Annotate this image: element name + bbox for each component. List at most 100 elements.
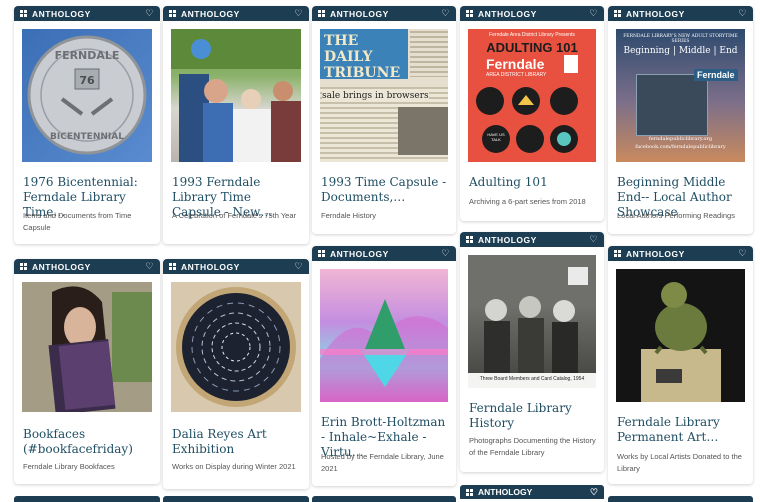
archival-figures	[468, 255, 596, 373]
card-header: ANTHOLOGY ♡	[460, 232, 604, 247]
heart-icon[interactable]: ♡	[589, 234, 598, 245]
grid-icon	[20, 10, 27, 17]
coin-image: FERNDALE 76 BICENTENNIAL	[27, 35, 147, 155]
badge-label: ANTHOLOGY	[626, 248, 685, 259]
card-title[interactable]: Ferndale Library Permanent Art…	[617, 415, 745, 445]
photo-caption: Three Board Members and Card Catalog, 19…	[479, 376, 585, 382]
collection-card[interactable]: ANTHOLOGY ♡ Three Board Members and Card …	[460, 232, 604, 472]
collection-card[interactable]: ANTHOLOGY ♡ Bookfaces (#bookfacefriday) F…	[14, 259, 160, 484]
collection-card[interactable]: ANTHOLOGY ♡ 1993 Ferndale Library Time Ca…	[163, 6, 309, 244]
card-thumbnail[interactable]: THE DAILY TRIBUNE sale brings in browser…	[320, 29, 448, 162]
card-title[interactable]: Adulting 101	[469, 175, 596, 190]
card-title[interactable]: Ferndale Library History	[469, 401, 596, 431]
card-description: Ferndale Library Bookfaces	[23, 462, 115, 471]
card-header: ANTHOLOGY ♡	[608, 246, 753, 261]
grid-icon	[318, 10, 325, 17]
poster-words: Beginning | Middle | End	[623, 46, 738, 56]
grid-icon	[20, 263, 27, 270]
collection-card-partial[interactable]	[312, 496, 456, 502]
grid-icon	[466, 236, 473, 243]
card-header: ANTHOLOGY ♡	[312, 6, 456, 21]
heart-icon[interactable]: ♡	[738, 248, 747, 259]
card-header: ANTHOLOGY ♡	[312, 246, 456, 261]
card-thumbnail[interactable]: Ferndale Area District Library Presents …	[468, 29, 596, 162]
card-description: Local Authors Performing Readings	[617, 211, 735, 220]
collection-card[interactable]: ANTHOLOGY ♡ Ferndale Area District Librar…	[460, 6, 604, 221]
collection-card-partial[interactable]	[14, 496, 160, 502]
collection-card[interactable]: ANTHOLOGY ♡ Ferndale Library Permanent Ar…	[608, 246, 753, 484]
card-header: ANTHOLOGY ♡	[460, 6, 604, 21]
badge-label: ANTHOLOGY	[478, 8, 537, 19]
collection-card[interactable]: ANTHOLOGY ♡ FERNDALE LIBRARY'S NEW ADULT …	[608, 6, 753, 234]
grid-icon	[466, 488, 473, 496]
badge-label: ANTHOLOGY	[32, 261, 91, 272]
grid-icon	[466, 10, 473, 17]
newspaper-column	[410, 31, 448, 77]
newspaper-photo	[398, 107, 448, 155]
grid-icon	[318, 250, 325, 257]
badge-label: ANTHOLOGY	[478, 234, 537, 245]
badge-label: ANTHOLOGY	[181, 8, 240, 19]
event-photo	[171, 29, 301, 162]
card-thumbnail[interactable]	[171, 29, 301, 162]
heart-icon[interactable]: ♡	[738, 8, 747, 19]
heart-icon[interactable]: ♡	[145, 8, 154, 19]
card-thumbnail[interactable]: FERNDALE LIBRARY'S NEW ADULT STORYTIME S…	[616, 29, 745, 162]
card-thumbnail[interactable]	[22, 282, 152, 412]
heart-icon[interactable]: ♡	[441, 8, 450, 19]
heart-icon[interactable]: ♡	[441, 248, 450, 259]
card-title[interactable]: 1993 Time Capsule - Documents,…	[321, 175, 448, 205]
badge-label: ANTHOLOGY	[478, 487, 533, 497]
archival-photo	[468, 255, 596, 373]
card-thumbnail[interactable]	[171, 282, 301, 412]
coin-top-text: FERNDALE	[55, 49, 120, 62]
card-description: A Celebration of Ferndale's 75th Year	[172, 211, 297, 220]
card-title[interactable]: Bookfaces (#bookfacefriday)	[23, 427, 152, 457]
badge-label: ANTHOLOGY	[330, 248, 389, 259]
newspaper-headline: sale brings in browsers	[322, 91, 429, 101]
collection-card-partial[interactable]	[608, 496, 753, 502]
card-header: ANTHOLOGY ♡	[163, 259, 309, 274]
grid-icon	[169, 10, 176, 17]
bookface-photo	[22, 282, 152, 412]
badge-label: ANTHOLOGY	[32, 8, 91, 19]
coin-bottom-text: BICENTENNIAL	[50, 132, 124, 142]
card-description: Items and Documents from Time Capsule	[23, 211, 132, 232]
card-description: Photographs Documenting the History of t…	[469, 436, 596, 457]
poster-icons	[476, 55, 578, 153]
grid-icon	[614, 250, 621, 257]
heart-icon[interactable]: ♡	[294, 261, 303, 272]
collection-card-partial[interactable]: ANTHOLOGY ♡	[460, 485, 604, 499]
card-thumbnail[interactable]: Three Board Members and Card Catalog, 19…	[468, 255, 596, 388]
card-thumbnail[interactable]	[320, 269, 448, 402]
heart-icon[interactable]: ♡	[145, 261, 154, 272]
collection-card[interactable]: ANTHOLOGY ♡ Dalia Reyes Art Exhibition Wo…	[163, 259, 309, 489]
card-header: ANTHOLOGY ♡	[14, 6, 160, 21]
card-thumbnail[interactable]	[616, 269, 745, 402]
collection-card[interactable]: ANTHOLOGY ♡ FERNDALE 76 BICENTENNIAL 1976…	[14, 6, 160, 244]
grid-icon	[614, 10, 621, 17]
poster-facebook: facebook.com/ferndalepubliclibrary	[635, 144, 726, 150]
badge-label: ANTHOLOGY	[330, 8, 389, 19]
poster-bubble-text: HAVE US TALK	[487, 132, 505, 142]
collection-card[interactable]: ANTHOLOGY ♡ Erin Brott-Holtzman - Inhale~…	[312, 246, 456, 486]
sculpture-photo	[641, 282, 721, 402]
card-title[interactable]: Dalia Reyes Art Exhibition	[172, 427, 301, 457]
collection-card[interactable]: ANTHOLOGY ♡ THE DAILY TRIBUNE sale brings…	[312, 6, 456, 234]
heart-icon[interactable]: ♡	[589, 8, 598, 19]
badge-label: ANTHOLOGY	[626, 8, 685, 19]
newspaper-masthead: THE DAILY TRIBUNE	[320, 29, 408, 81]
embroidery-art	[176, 287, 296, 407]
poster-brand: Ferndale	[694, 69, 738, 81]
card-header: ANTHOLOGY ♡	[608, 6, 753, 21]
badge-label: ANTHOLOGY	[181, 261, 240, 272]
coin-year-text: 76	[79, 74, 95, 87]
heart-icon[interactable]: ♡	[590, 487, 598, 498]
poster-url: ferndalepubliclibrary.org	[648, 136, 713, 142]
collection-card-partial[interactable]	[163, 496, 309, 502]
card-description: Works on Display during Winter 2021	[172, 462, 296, 471]
card-header: ANTHOLOGY ♡	[14, 259, 160, 274]
heart-icon[interactable]: ♡	[294, 8, 303, 19]
card-thumbnail[interactable]: FERNDALE 76 BICENTENNIAL	[22, 29, 152, 162]
card-description: Archiving a 6-part series from 2018	[469, 197, 586, 206]
